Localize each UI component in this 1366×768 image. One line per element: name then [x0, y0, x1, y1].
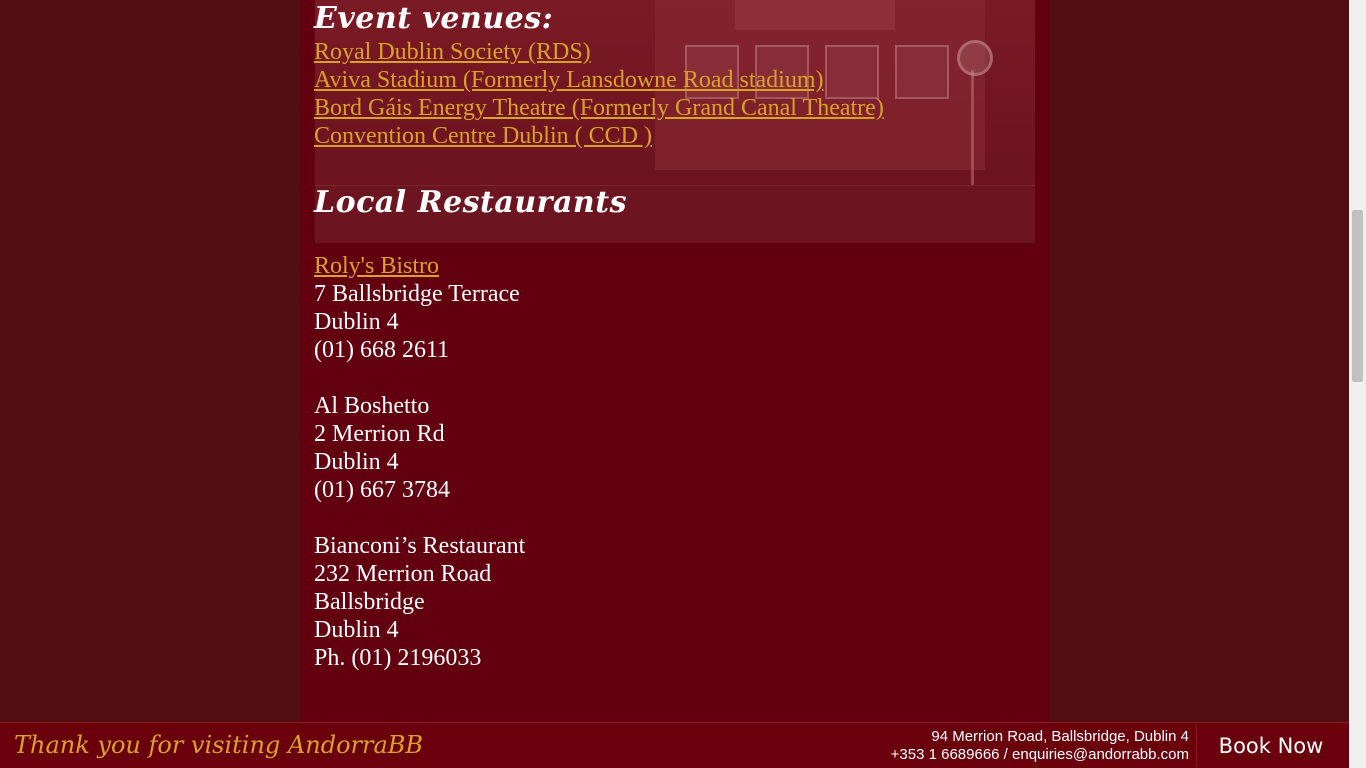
main-text: Event venues: Royal Dublin Society (RDS)…	[314, 0, 1034, 672]
restaurants-heading: Local Restaurants	[314, 185, 627, 220]
venue-link-rds[interactable]: Royal Dublin Society (RDS)	[314, 38, 1034, 66]
restaurant-entry: Roly's Bistro 7 Ballsbridge Terrace Dubl…	[314, 252, 1034, 364]
restaurant-city: Dublin 4	[314, 449, 399, 475]
restaurant-phone: (01) 667 3784	[314, 477, 450, 503]
restaurant-name: Bianconi’s Restaurant	[314, 533, 526, 559]
venue-link-bord-gais[interactable]: Bord Gáis Energy Theatre (Formerly Grand…	[314, 94, 1034, 122]
restaurant-address: 2 Merrion Rd	[314, 421, 445, 447]
vertical-scrollbar[interactable]	[1349, 0, 1366, 768]
footer-address: 94 Merrion Road, Ballsbridge, Dublin 4	[931, 728, 1189, 745]
event-venues-heading: Event venues:	[314, 1, 554, 36]
venue-link-ccd[interactable]: Convention Centre Dublin ( CCD )	[314, 122, 1034, 150]
restaurant-name: Al Boshetto	[314, 393, 430, 419]
restaurant-city: Dublin 4	[314, 617, 399, 643]
restaurant-phone: Ph. (01) 2196033	[314, 645, 482, 671]
restaurant-phone: (01) 668 2611	[314, 337, 450, 363]
scrollbar-thumb[interactable]	[1352, 210, 1363, 382]
footer-phone-email[interactable]: +353 1 6689666 / enquiries@andorrabb.com	[891, 746, 1189, 764]
footer-bar: Thank you for visiting AndorraBB 94 Merr…	[0, 722, 1366, 768]
restaurant-address: 7 Ballsbridge Terrace	[314, 281, 520, 307]
venue-link-aviva[interactable]: Aviva Stadium (Formerly Lansdowne Road s…	[314, 66, 1034, 94]
restaurant-area: Ballsbridge	[314, 589, 425, 615]
restaurant-address: 232 Merrion Road	[314, 561, 492, 587]
restaurant-link-rolys[interactable]: Roly's Bistro	[314, 252, 1034, 280]
restaurant-entry: Bianconi’s Restaurant 232 Merrion Road B…	[314, 532, 1034, 672]
footer-contact-info: 94 Merrion Road, Ballsbridge, Dublin 4 +…	[891, 728, 1189, 764]
book-now-button[interactable]: Book Now	[1196, 725, 1345, 767]
footer-thanks-text: Thank you for visiting AndorraBB	[14, 731, 424, 759]
restaurant-entry: Al Boshetto 2 Merrion Rd Dublin 4 (01) 6…	[314, 392, 1034, 504]
restaurant-city: Dublin 4	[314, 309, 399, 335]
